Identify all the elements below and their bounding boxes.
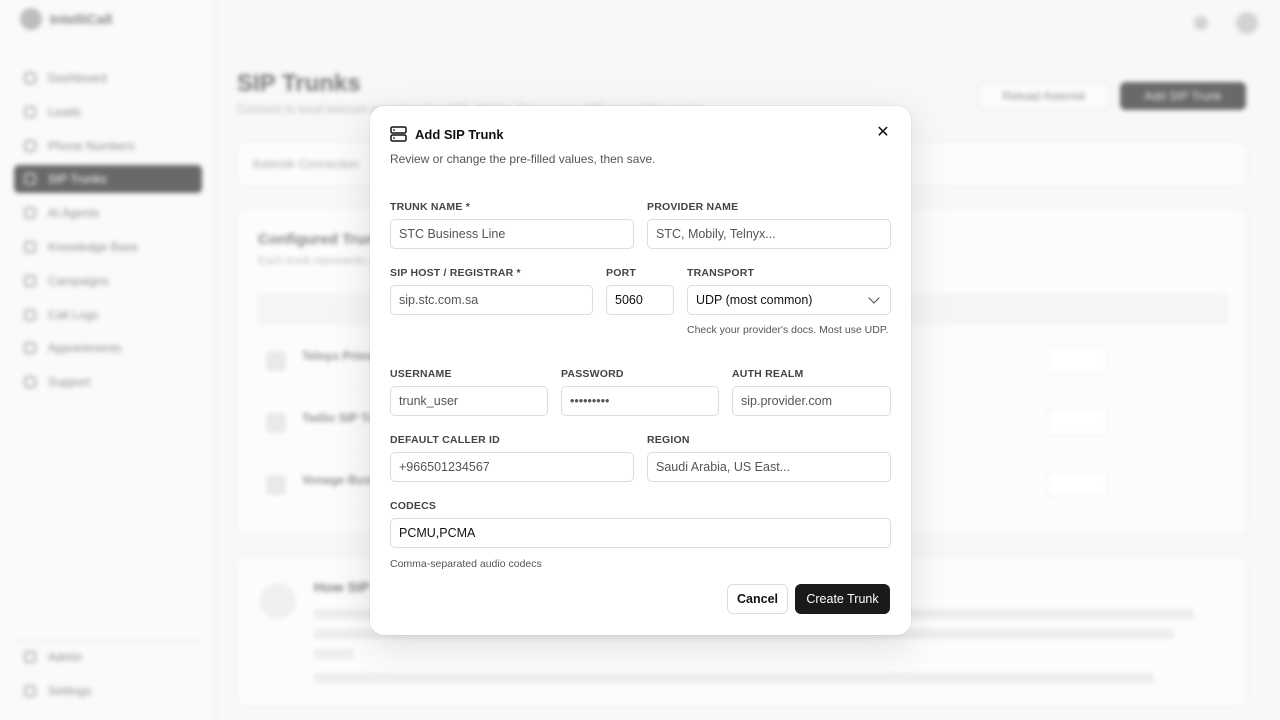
auth-realm-label: AUTH REALM	[732, 368, 804, 380]
caller-id-input[interactable]	[390, 452, 634, 482]
codecs-label: CODECS	[390, 500, 437, 512]
add-sip-trunk-dialog: Add SIP Trunk ✕ Review or change the pre…	[370, 106, 911, 635]
dialog-description: Review or change the pre-filled values, …	[390, 152, 656, 166]
username-field: USERNAME	[390, 368, 548, 416]
provider-name-field: PROVIDER NAME	[647, 201, 891, 249]
codecs-field: CODECS Comma-separated audio codecs	[390, 500, 891, 571]
password-label: PASSWORD	[561, 368, 624, 380]
username-label: USERNAME	[390, 368, 452, 380]
port-field: PORT	[606, 267, 674, 315]
transport-hint: Check your provider's docs. Most use UDP…	[687, 324, 889, 336]
username-input[interactable]	[390, 386, 548, 416]
port-input[interactable]	[606, 285, 674, 315]
codecs-hint: Comma-separated audio codecs	[390, 558, 542, 570]
port-label: PORT	[606, 267, 636, 279]
sip-host-field: SIP HOST / REGISTRAR *	[390, 267, 593, 315]
trunk-name-label: TRUNK NAME *	[390, 201, 470, 213]
transport-label: TRANSPORT	[687, 267, 755, 279]
server-icon	[390, 126, 407, 142]
auth-realm-input[interactable]	[732, 386, 891, 416]
sip-host-label: SIP HOST / REGISTRAR *	[390, 267, 521, 279]
dialog-title: Add SIP Trunk	[415, 126, 504, 142]
password-field: PASSWORD	[561, 368, 719, 416]
close-icon: ✕	[876, 124, 890, 141]
trunk-name-field: TRUNK NAME *	[390, 201, 634, 249]
provider-name-input[interactable]	[647, 219, 891, 249]
close-button[interactable]: ✕	[874, 124, 892, 142]
codecs-input[interactable]	[390, 518, 891, 548]
password-input[interactable]	[561, 386, 719, 416]
trunk-name-input[interactable]	[390, 219, 634, 249]
caller-id-label: DEFAULT CALLER ID	[390, 434, 500, 446]
provider-name-label: PROVIDER NAME	[647, 201, 739, 213]
sip-host-input[interactable]	[390, 285, 593, 315]
caller-id-field: DEFAULT CALLER ID	[390, 434, 634, 482]
dialog-header: Add SIP Trunk	[390, 126, 504, 142]
region-input[interactable]	[647, 452, 891, 482]
create-trunk-button[interactable]: Create Trunk	[795, 584, 890, 614]
chevron-down-icon	[868, 292, 880, 304]
region-label: REGION	[647, 434, 690, 446]
transport-field: TRANSPORT UDP (most common) Check your p…	[687, 267, 891, 337]
transport-selected-value: UDP (most common)	[696, 293, 813, 307]
transport-select[interactable]: UDP (most common)	[687, 285, 891, 315]
auth-realm-field: AUTH REALM	[732, 368, 891, 416]
region-field: REGION	[647, 434, 891, 482]
cancel-button[interactable]: Cancel	[727, 584, 788, 614]
